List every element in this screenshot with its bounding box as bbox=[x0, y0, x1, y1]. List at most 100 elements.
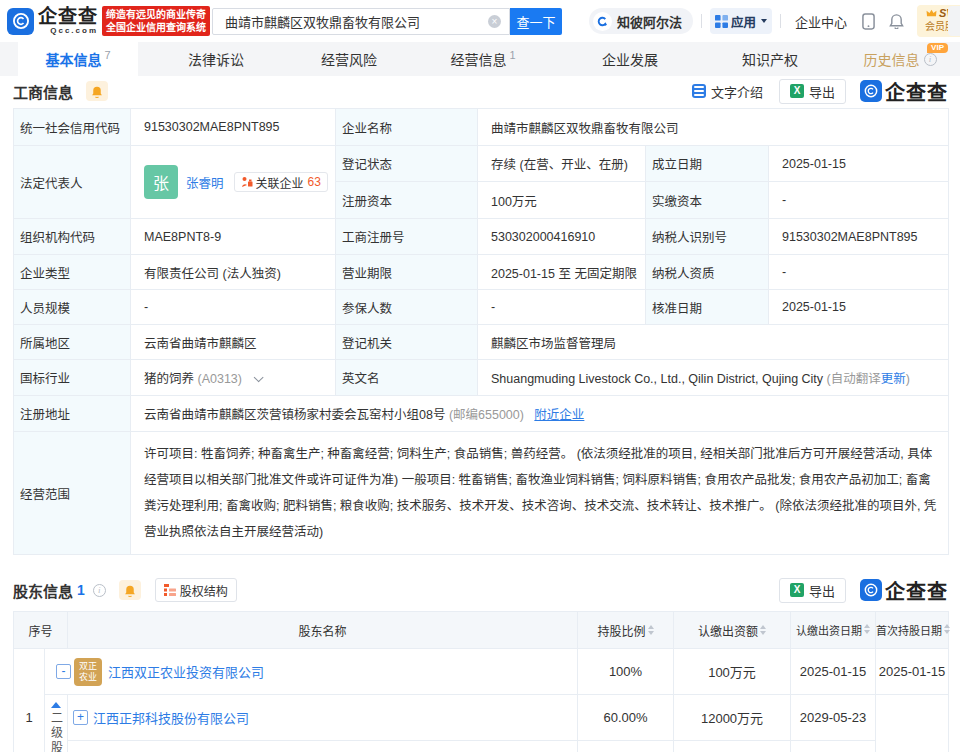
apps-button[interactable]: 应用 bbox=[710, 8, 772, 34]
excel-icon: X bbox=[790, 583, 804, 597]
field-value: 2025-01-15 至 无固定期限 bbox=[478, 255, 646, 290]
qcc-logo-icon[interactable] bbox=[7, 8, 34, 35]
export-button[interactable]: X 导出 bbox=[779, 578, 846, 603]
amount-value: 8000万元 bbox=[674, 741, 791, 752]
search-input[interactable]: 曲靖市麒麟区双牧鼎畜牧有限公司 × bbox=[212, 8, 510, 35]
sort-icon bbox=[944, 624, 950, 634]
field-value: Shuangmuding Livestock Co., Ltd., Qilin … bbox=[478, 360, 949, 396]
monitor-bell-icon[interactable] bbox=[86, 81, 108, 101]
field-value: 麒麟区市场监督管理局 bbox=[478, 325, 949, 360]
field-label: 注册资本 bbox=[336, 182, 478, 219]
field-label: 登记机关 bbox=[336, 325, 478, 360]
text-intro-button[interactable]: 文字介绍 bbox=[692, 82, 763, 101]
avatar: 张 bbox=[144, 165, 178, 199]
field-label: 纳税人资质 bbox=[646, 255, 769, 290]
monitor-bell-icon[interactable] bbox=[119, 580, 141, 600]
logo-text[interactable]: 企查查 bbox=[38, 7, 98, 26]
related-company-badge[interactable]: 关联企业 63 bbox=[234, 172, 328, 192]
shareholder-link[interactable]: 江西正邦科技股份有限公司 bbox=[93, 708, 249, 727]
shareholder-name-cell: + 江西正邦科技股份有限公司 bbox=[68, 695, 578, 741]
nearby-companies-link[interactable]: 附近企业 bbox=[534, 408, 584, 422]
field-label: 纳税人识别号 bbox=[646, 219, 769, 255]
col-header-name[interactable]: 股东名称 bbox=[68, 612, 578, 649]
field-value: 91530302MAE8PNT895 bbox=[769, 219, 949, 255]
tab-legal-litigation[interactable]: 法律诉讼 bbox=[166, 42, 266, 76]
collapse-arrow-icon[interactable] bbox=[51, 702, 61, 708]
sort-icon bbox=[648, 625, 654, 635]
info-icon[interactable]: i bbox=[93, 584, 106, 597]
field-label: 成立日期 bbox=[646, 146, 769, 182]
field-value: 530302000416910 bbox=[478, 219, 646, 255]
field-label: 国标行业 bbox=[14, 360, 131, 396]
logo-subtext: Qcc.com bbox=[38, 27, 98, 35]
table-row: 二级股东 + 江西正邦科技股份有限公司 60.00% 12000万元 2029-… bbox=[14, 695, 949, 741]
field-label: 英文名 bbox=[336, 360, 478, 396]
row-index: 1 bbox=[14, 649, 45, 752]
org-chart-icon bbox=[164, 584, 176, 596]
date-value: 2029-05-23 bbox=[791, 695, 876, 741]
tab-intellectual-property[interactable]: 知识产权 bbox=[720, 42, 820, 76]
shareholder-title: 股东信息 bbox=[13, 580, 73, 601]
mobile-icon[interactable] bbox=[862, 13, 875, 30]
qcc-watermark: 企查查 bbox=[860, 77, 948, 106]
field-value: 有限责任公司 (法人独资) bbox=[131, 255, 336, 290]
biz-info-title: 工商信息 bbox=[13, 81, 73, 102]
field-label: 人员规模 bbox=[14, 290, 131, 325]
clear-search-icon[interactable]: × bbox=[488, 15, 501, 28]
translate-update-link[interactable]: 更新 bbox=[881, 372, 906, 386]
shareholder-link[interactable]: 江西双正农业投资有限公司 bbox=[108, 662, 264, 681]
top-header: 企查查 Qcc.com 缔造有远见的商业传奇 全国企业信用查询系统 曲靖市麒麟区… bbox=[0, 0, 960, 42]
field-value: 猪的饲养 (A0313) bbox=[131, 360, 336, 396]
tab-operation-risk[interactable]: 经营风险 bbox=[299, 42, 399, 76]
shareholder-name-cell: - 双正农业 江西双正农业投资有限公司 bbox=[45, 649, 578, 695]
zhibi-alpha-icon bbox=[593, 12, 612, 31]
field-label: 组织机构代码 bbox=[14, 219, 131, 255]
cutoff-header-item bbox=[948, 6, 960, 36]
tab-company-development[interactable]: 企业发展 bbox=[580, 42, 680, 76]
enterprise-center-link[interactable]: 企业中心 bbox=[795, 12, 847, 31]
field-value: 100万元 bbox=[478, 182, 646, 219]
chevron-down-icon[interactable] bbox=[254, 372, 264, 382]
date-value: 2029-05-23 bbox=[791, 741, 876, 752]
col-header-date[interactable]: 认缴出资日期 bbox=[791, 612, 876, 649]
field-label: 参保人数 bbox=[336, 290, 478, 325]
col-header-first-date[interactable]: 首次持股日期 bbox=[876, 612, 949, 649]
field-label: 核准日期 bbox=[646, 290, 769, 325]
collapse-toggle[interactable]: - bbox=[56, 664, 71, 679]
sort-icon bbox=[760, 625, 766, 635]
field-value: - bbox=[131, 290, 336, 325]
col-header-ratio[interactable]: 持股比例 bbox=[578, 612, 674, 649]
search-button[interactable]: 查一下 bbox=[510, 8, 562, 35]
shareholder-table: 序号 股东名称 持股比例 认缴出资额 认缴出资日期 首次持股日期 1 - 双正农… bbox=[13, 611, 949, 752]
field-value: - bbox=[478, 290, 646, 325]
first-date-value: 2025-01-15 bbox=[876, 649, 949, 695]
date-value: 2025-01-15 bbox=[791, 649, 876, 695]
zhibi-alpha-button[interactable]: 知彼阿尔法 bbox=[589, 8, 693, 34]
notification-bell-icon[interactable] bbox=[889, 13, 904, 29]
field-label: 工商注册号 bbox=[336, 219, 478, 255]
field-label: 实缴资本 bbox=[646, 182, 769, 219]
equity-structure-button[interactable]: 股权结构 bbox=[155, 578, 237, 602]
shareholder-logo: 双正农业 bbox=[74, 658, 102, 686]
field-label: 经营范围 bbox=[14, 432, 131, 555]
expand-toggle[interactable]: + bbox=[73, 710, 88, 725]
tab-basic-info[interactable]: 基本信息7 bbox=[18, 42, 138, 76]
legal-rep-link[interactable]: 张睿明 bbox=[186, 173, 224, 192]
ratio-value: 100% bbox=[578, 649, 674, 695]
export-button[interactable]: X 导出 bbox=[779, 79, 846, 104]
field-label: 营业期限 bbox=[336, 255, 478, 290]
amount-value: 12000万元 bbox=[674, 695, 791, 741]
col-header-amount[interactable]: 认缴出资额 bbox=[674, 612, 791, 649]
field-label: 统一社会信用代码 bbox=[14, 109, 131, 146]
field-value: MAE8PNT8-9 bbox=[131, 219, 336, 255]
apps-grid-icon bbox=[715, 15, 728, 28]
tab-history-info[interactable]: 历史信息 i VIP bbox=[848, 42, 952, 76]
field-label: 注册地址 bbox=[14, 396, 131, 432]
tab-operation-info[interactable]: 经营信息1 bbox=[428, 42, 538, 76]
slogan-banner: 缔造有远见的商业传奇 全国企业信用查询系统 bbox=[102, 6, 210, 36]
field-value: 云南省曲靖市麒麟区 bbox=[131, 325, 336, 360]
chevron-down-icon bbox=[761, 19, 767, 23]
field-value: 存续 (在营、开业、在册) bbox=[478, 146, 646, 182]
col-header-index[interactable]: 序号 bbox=[14, 612, 68, 649]
vip-badge: VIP bbox=[927, 43, 948, 53]
